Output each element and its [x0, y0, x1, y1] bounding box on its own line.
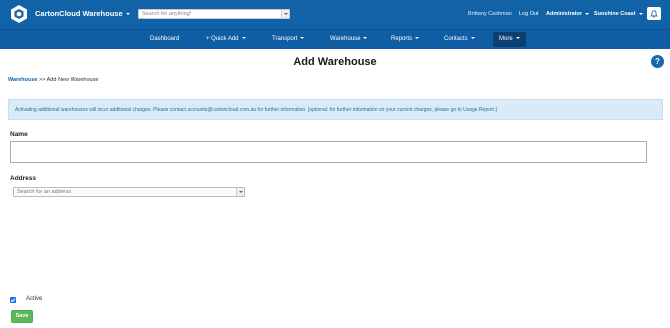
search-dropdown-button[interactable]	[281, 10, 289, 18]
nav-dashboard[interactable]: Dashboard	[144, 30, 185, 49]
user-name[interactable]: Brittany Cashman	[468, 11, 512, 17]
role-menu[interactable]: Administrator	[546, 11, 590, 17]
nav-label: Reports	[391, 36, 413, 42]
nav-warehouse[interactable]: Warehouse	[324, 30, 373, 49]
help-button[interactable]: ?	[651, 55, 664, 68]
chevron-down-icon	[363, 37, 368, 40]
save-button[interactable]: Save	[11, 310, 33, 323]
page-title: Add Warehouse	[293, 56, 377, 68]
nav-label: Warehouse	[330, 36, 361, 42]
top-bar: CartonCloud Warehouse Brittany Cashman L…	[0, 0, 670, 29]
address-placeholder: Search for an address	[17, 189, 72, 195]
nav-label: Dashboard	[150, 36, 180, 42]
nav-more[interactable]: More	[493, 32, 526, 47]
chevron-down-icon	[125, 13, 130, 16]
nav-label: More	[499, 36, 513, 42]
chevron-down-icon	[638, 12, 643, 15]
notifications-button[interactable]	[647, 7, 661, 20]
active-label: Active	[26, 296, 43, 302]
nav-reports[interactable]: Reports	[385, 30, 425, 49]
breadcrumb-separator: >>	[37, 77, 47, 83]
role-label: Administrator	[546, 11, 583, 17]
search-input[interactable]	[139, 10, 281, 18]
chevron-down-icon	[238, 191, 243, 193]
address-dropdown-button[interactable]	[236, 188, 244, 196]
checkmark-icon	[10, 298, 16, 303]
nav-quick-add[interactable]: + Quick Add	[200, 30, 252, 49]
chevron-down-icon	[515, 37, 520, 40]
cartoncloud-logo-icon[interactable]	[9, 4, 29, 24]
logout-link[interactable]: Log Out	[519, 11, 539, 17]
brand-menu[interactable]: CartonCloud Warehouse	[35, 9, 130, 18]
chevron-down-icon	[470, 37, 475, 40]
main-nav: Dashboard + Quick Add Transport Warehous…	[0, 29, 670, 49]
chevron-down-icon	[415, 37, 420, 40]
breadcrumb: Warehouse >> Add New Warehouse	[8, 77, 98, 83]
nav-contacts[interactable]: Contacts	[438, 30, 481, 49]
nav-label: Contacts	[444, 36, 468, 42]
charges-notice: Activating additional warehouses will in…	[8, 99, 663, 120]
nav-label: + Quick Add	[206, 36, 239, 42]
nav-label: Transport	[272, 36, 298, 42]
name-label: Name	[10, 131, 28, 138]
global-search[interactable]	[138, 9, 290, 19]
chevron-down-icon	[300, 37, 305, 40]
breadcrumb-warehouse-link[interactable]: Warehouse	[8, 77, 37, 83]
address-search-select[interactable]: Search for an address	[13, 187, 245, 197]
chevron-down-icon	[241, 37, 246, 40]
active-checkbox[interactable]	[10, 297, 16, 303]
bell-icon	[650, 9, 658, 18]
address-label: Address	[10, 175, 37, 182]
brand-name: CartonCloud Warehouse	[35, 9, 123, 18]
breadcrumb-current: Add New Warehouse	[46, 77, 99, 83]
chevron-down-icon	[585, 12, 590, 15]
region-menu[interactable]: Sunshine Coast	[594, 11, 643, 17]
name-field[interactable]	[10, 141, 647, 163]
region-label: Sunshine Coast	[594, 11, 636, 17]
chevron-down-icon	[283, 13, 288, 15]
nav-transport[interactable]: Transport	[266, 30, 310, 49]
